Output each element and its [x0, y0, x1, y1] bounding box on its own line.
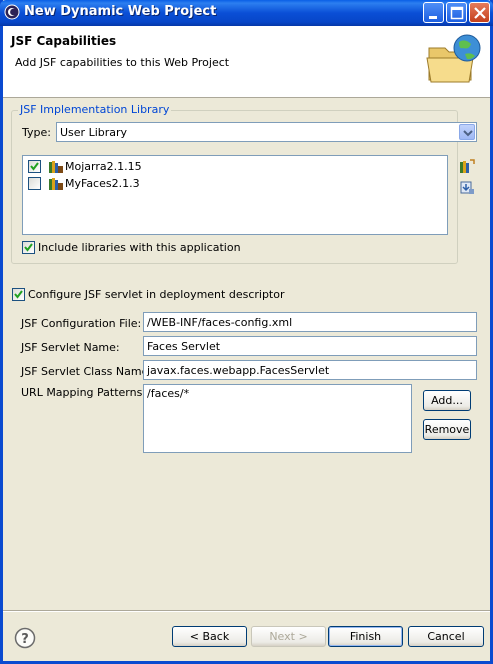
library-list[interactable]: Mojarra2.1.15 MyFaces2.1.3 — [22, 155, 448, 235]
library-icon — [49, 161, 63, 173]
list-item[interactable]: /faces/* — [147, 387, 189, 400]
minimize-icon — [429, 16, 437, 19]
download-library-icon[interactable] — [459, 179, 475, 195]
next-button[interactable]: Next > — [251, 626, 326, 647]
finish-button[interactable]: Finish — [328, 626, 403, 647]
window-title: New Dynamic Web Project — [24, 4, 217, 19]
remove-pattern-button[interactable]: Remove — [423, 419, 471, 440]
chevron-down-icon[interactable] — [459, 124, 475, 140]
maximize-button[interactable] — [446, 2, 467, 23]
close-button[interactable] — [469, 2, 490, 23]
url-mapping-label: URL Mapping Patterns: — [21, 386, 147, 399]
url-patterns-list[interactable]: /faces/* — [143, 384, 412, 453]
servlet-class-label: JSF Servlet Class Name: — [21, 365, 153, 378]
wizard-banner: JSF Capabilities Add JSF capabilities to… — [3, 26, 490, 98]
title-bar[interactable]: New Dynamic Web Project — [0, 0, 493, 26]
library-name: Mojarra2.1.15 — [65, 160, 142, 173]
svg-text:?: ? — [21, 632, 29, 647]
type-label: Type: — [22, 126, 51, 139]
servlet-class-field[interactable]: javax.faces.webapp.FacesServlet — [143, 360, 477, 380]
close-icon — [474, 7, 486, 19]
cancel-button[interactable]: Cancel — [408, 626, 484, 647]
config-file-field[interactable]: /WEB-INF/faces-config.xml — [143, 312, 477, 332]
dialog-window: New Dynamic Web Project JSF Capabilities… — [0, 0, 493, 664]
library-checkbox[interactable] — [28, 160, 41, 173]
minimize-button[interactable] — [423, 2, 444, 23]
include-libraries-checkbox[interactable] — [22, 241, 35, 254]
list-item[interactable]: MyFaces2.1.3 — [28, 176, 228, 192]
type-select[interactable]: User Library — [56, 122, 477, 142]
library-checkbox[interactable] — [28, 177, 41, 190]
jsf-library-group: JSF Implementation Library Type: User Li… — [11, 103, 477, 264]
library-icon — [49, 178, 63, 190]
back-button[interactable]: < Back — [172, 626, 247, 647]
page-description: Add JSF capabilities to this Web Project — [15, 56, 230, 69]
help-icon[interactable]: ? — [14, 627, 36, 649]
footer-divider — [3, 610, 490, 612]
maximize-icon — [450, 6, 464, 20]
configure-servlet-checkbox[interactable] — [12, 288, 25, 301]
add-pattern-button[interactable]: Add... — [423, 390, 471, 411]
config-file-label: JSF Configuration File: — [21, 317, 142, 330]
include-libraries-label: Include libraries with this application — [38, 241, 241, 254]
eclipse-icon — [4, 4, 20, 20]
list-item[interactable]: Mojarra2.1.15 — [28, 159, 228, 175]
page-title: JSF Capabilities — [11, 34, 117, 48]
manage-libraries-icon[interactable] — [459, 158, 475, 174]
config-file-value: /WEB-INF/faces-config.xml — [147, 316, 293, 329]
library-name: MyFaces2.1.3 — [65, 177, 140, 190]
servlet-name-label: JSF Servlet Name: — [21, 341, 120, 354]
web-project-folder-icon — [426, 34, 481, 83]
group-title: JSF Implementation Library — [18, 103, 172, 116]
configure-servlet-label: Configure JSF servlet in deployment desc… — [28, 288, 285, 301]
type-select-value: User Library — [60, 126, 128, 139]
servlet-class-value: javax.faces.webapp.FacesServlet — [147, 364, 330, 377]
servlet-name-field[interactable]: Faces Servlet — [143, 336, 477, 356]
servlet-name-value: Faces Servlet — [147, 340, 221, 353]
